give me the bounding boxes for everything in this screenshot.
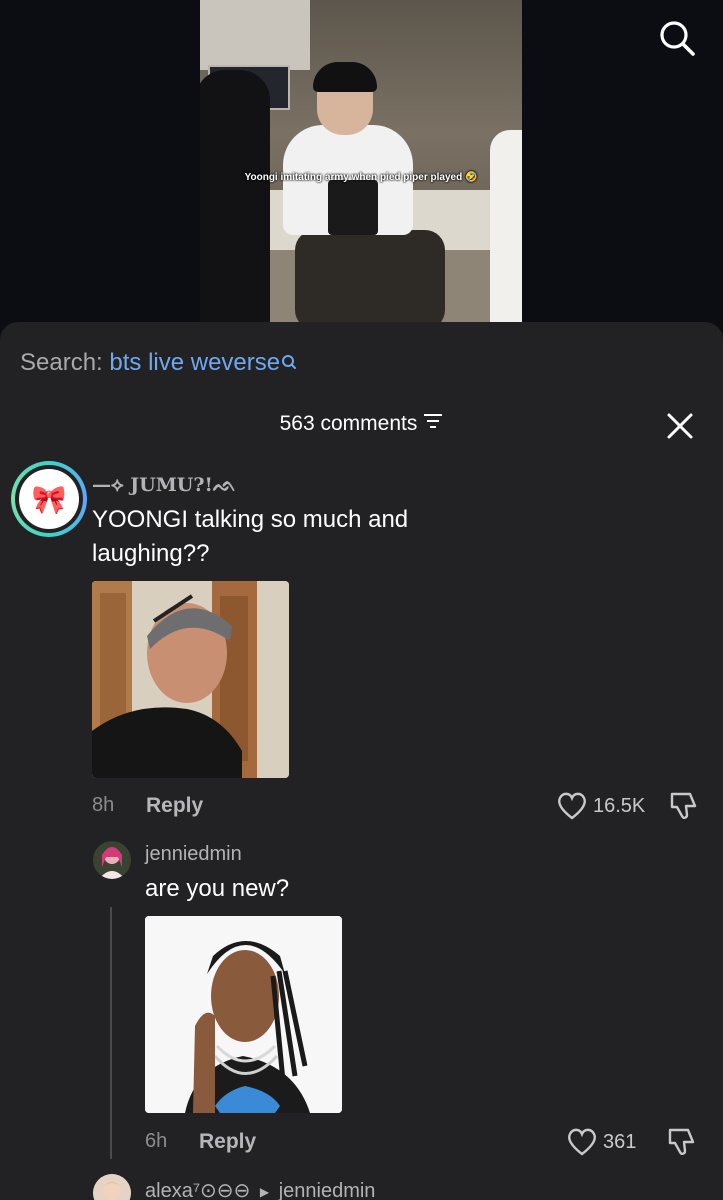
sort-filter-icon[interactable] (423, 412, 443, 436)
comment-image[interactable] (92, 581, 289, 778)
like-count: 361 (603, 1130, 637, 1153)
search-label: Search: (20, 349, 103, 376)
comment-text-line1: YOONGI talking so much and (92, 506, 409, 533)
search-suggestion[interactable]: Search: bts live weverse (20, 349, 297, 377)
video-caption: Yoongi imitating army when pied piper pl… (244, 172, 478, 183)
avatar[interactable] (93, 841, 131, 879)
search-query-link[interactable]: bts live weverse (109, 349, 280, 376)
thread-line (110, 907, 112, 1159)
comment-time: 8h (92, 794, 115, 816)
comment-time: 6h (145, 1130, 168, 1152)
comment-text-line2: laughing?? (92, 540, 210, 567)
comment-username[interactable]: —⟡ JUMU?!ᨒ (92, 474, 236, 496)
reply-button[interactable]: Reply (146, 794, 203, 818)
video-background-curtain (200, 0, 310, 70)
dislike-icon[interactable] (668, 791, 698, 821)
dislike-icon[interactable] (666, 1127, 696, 1157)
comment-text-line1: are you new? (145, 875, 290, 902)
video-person-center-legs (295, 230, 445, 330)
video-player[interactable]: Yoongi imitating army when pied piper pl… (0, 0, 723, 330)
like-count: 16.5K (593, 794, 646, 817)
video-person-left (200, 70, 270, 330)
video-person-right (490, 130, 522, 330)
comment-image[interactable] (145, 916, 342, 1113)
comments-header: 563 comments (0, 412, 723, 436)
video-shirt-print (328, 180, 378, 235)
comment-username[interactable]: alexa⁷⊙⊖⊖ ▶ jenniedmin (145, 1178, 375, 1200)
video-person-center-hair (313, 62, 377, 92)
heart-icon (558, 792, 586, 820)
like-button[interactable]: 361 (567, 1128, 636, 1156)
avatar[interactable]: 🎀 (11, 461, 87, 537)
reply-arrow-icon: ▶ (259, 1184, 270, 1199)
avatar-ring-inner: 🎀 (15, 465, 83, 533)
search-small-icon (281, 349, 297, 377)
heart-icon (568, 1128, 596, 1156)
avatar[interactable] (93, 1174, 131, 1200)
bow-emoji-icon: 🎀 (19, 469, 79, 529)
search-icon[interactable] (658, 19, 696, 57)
comments-count: 563 comments (279, 412, 418, 435)
video-frame[interactable]: Yoongi imitating army when pied piper pl… (200, 0, 522, 330)
like-button[interactable]: 16.5K (557, 792, 645, 820)
comment-username[interactable]: jenniedmin (145, 843, 242, 866)
reply-button[interactable]: Reply (199, 1130, 256, 1154)
comments-sheet: Search: bts live weverse 563 comments 🎀 … (0, 322, 723, 1200)
close-icon[interactable] (666, 412, 694, 440)
reply-to-username[interactable]: jenniedmin (279, 1180, 376, 1200)
